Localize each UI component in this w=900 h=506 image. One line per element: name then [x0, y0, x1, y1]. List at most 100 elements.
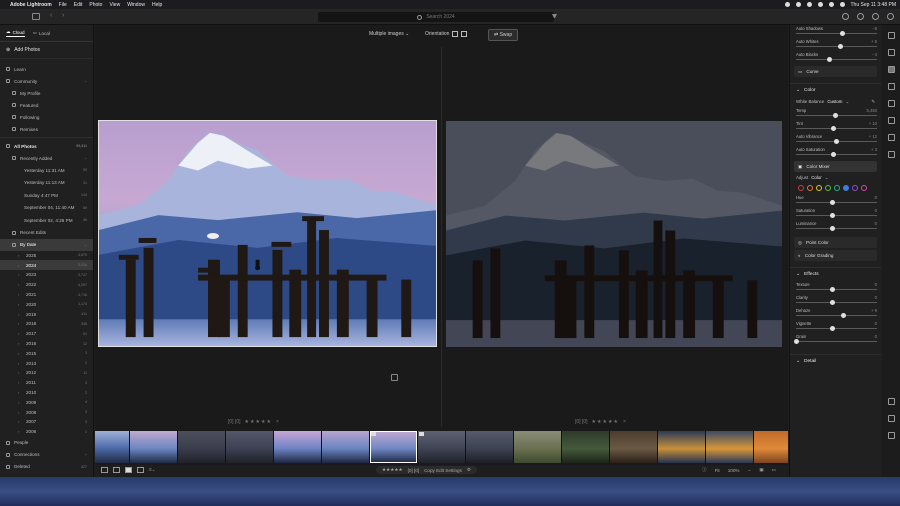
- slider-knob[interactable]: [827, 57, 833, 62]
- menu-edit[interactable]: Edit: [74, 2, 83, 8]
- before-after-icon[interactable]: ▣: [759, 467, 763, 473]
- recent-item[interactable]: September 02, 4:26 PM 46: [0, 214, 93, 227]
- color-swatch[interactable]: [816, 185, 822, 191]
- sidebar-item-deleted[interactable]: Deleted 427: [0, 461, 93, 473]
- status-icon[interactable]: [784, 2, 790, 7]
- left-rating[interactable]: [0] [0] ★★★★★ ×: [228, 419, 279, 425]
- color-swatch[interactable]: [834, 185, 840, 191]
- square-grid-icon[interactable]: [113, 467, 120, 473]
- view-mode-dropdown[interactable]: Multiple images ⌄: [369, 31, 409, 37]
- zoom-dropdown-icon[interactable]: ⌄: [747, 467, 751, 473]
- thumbnail[interactable]: [514, 431, 561, 463]
- presets-icon[interactable]: [887, 49, 895, 56]
- slider-knob[interactable]: [829, 300, 835, 305]
- year-item[interactable]: › 2012 11: [0, 368, 93, 378]
- slider-value[interactable]: + 9: [871, 308, 877, 313]
- chevron-right-icon[interactable]: ›: [18, 390, 22, 395]
- slider-knob[interactable]: [829, 287, 835, 292]
- color-swatch[interactable]: [852, 185, 858, 191]
- thumbnail[interactable]: [418, 431, 465, 463]
- year-item[interactable]: › 2025 4,675: [0, 251, 93, 261]
- slider-value[interactable]: 0: [875, 321, 877, 326]
- copy-edit-settings-button[interactable]: Copy Edit Settings: [424, 468, 462, 473]
- eyedropper-icon[interactable]: ✎: [871, 99, 875, 105]
- slider-knob[interactable]: [829, 326, 835, 331]
- menu-photo[interactable]: Photo: [89, 2, 102, 8]
- chevron-right-icon[interactable]: ›: [18, 263, 22, 268]
- add-photos-button[interactable]: ⊕ Add Photos: [0, 42, 93, 59]
- thumbnail[interactable]: [322, 431, 369, 463]
- slider-track[interactable]: [796, 315, 877, 316]
- filter-icon[interactable]: [552, 14, 557, 19]
- menu-window[interactable]: Window: [127, 2, 145, 8]
- year-item[interactable]: › 2019 411: [0, 309, 93, 319]
- effects-section-header[interactable]: ⌄ Effects: [790, 267, 881, 281]
- sidebar-item-connections[interactable]: Connections +: [0, 449, 93, 461]
- flag-indicator[interactable]: [0] [0]: [575, 419, 588, 425]
- settings-icon[interactable]: ⚙: [467, 467, 471, 473]
- sidebar-item-all-photos[interactable]: All Photos 99,311: [0, 140, 93, 152]
- add-icon[interactable]: [887, 32, 895, 39]
- slider-knob[interactable]: [838, 44, 844, 49]
- slider-track[interactable]: [796, 302, 877, 303]
- thumbnail[interactable]: [610, 431, 657, 463]
- slider-value[interactable]: - 4: [872, 52, 877, 57]
- chevron-right-icon[interactable]: ›: [18, 419, 22, 424]
- detail-view-icon[interactable]: [137, 467, 144, 473]
- color-grading-section[interactable]: ◐ Color Grading: [794, 250, 877, 261]
- slider-track[interactable]: [796, 33, 877, 34]
- heal-icon[interactable]: [887, 100, 895, 107]
- chevron-right-icon[interactable]: ›: [18, 321, 22, 326]
- slider-track[interactable]: [796, 341, 877, 342]
- sidebar-item-by-date[interactable]: By Date ⌄: [0, 238, 93, 251]
- wifi-icon[interactable]: [817, 2, 823, 7]
- slider-knob[interactable]: [829, 213, 835, 218]
- year-item[interactable]: › 2022 4,297: [0, 280, 93, 290]
- fit-button[interactable]: Fit: [715, 468, 720, 473]
- slider-knob[interactable]: [829, 200, 835, 205]
- thumbnail[interactable]: [658, 431, 705, 463]
- slider-value[interactable]: 0: [875, 195, 877, 200]
- point-color-section[interactable]: ◎ Point Color: [794, 237, 877, 248]
- chevron-right-icon[interactable]: ›: [18, 429, 22, 434]
- flag-indicator[interactable]: [0] [0]: [408, 468, 420, 473]
- slider-track[interactable]: [796, 289, 877, 290]
- chevron-right-icon[interactable]: ›: [18, 282, 22, 287]
- sidebar-item-recent-edits[interactable]: Recent Edits: [0, 227, 93, 239]
- side-by-side-icon[interactable]: [452, 31, 458, 37]
- fullscreen-icon[interactable]: ▭: [772, 467, 776, 473]
- chevron-right-icon[interactable]: ›: [18, 351, 22, 356]
- slider-value[interactable]: + 8: [871, 39, 877, 44]
- recent-item[interactable]: Yesterday 11:31 AM 90: [0, 164, 93, 177]
- compare-view-icon[interactable]: [125, 467, 132, 473]
- chevron-right-icon[interactable]: ›: [18, 341, 22, 346]
- adjust-dropdown[interactable]: Color: [811, 175, 822, 181]
- thumbnail-selected[interactable]: [370, 431, 417, 463]
- slider-value[interactable]: - 6: [872, 26, 877, 31]
- year-item[interactable]: › 2020 3,174: [0, 299, 93, 309]
- star-rating[interactable]: ★★★★★: [382, 467, 403, 473]
- sidebar-item-learn[interactable]: Learn: [0, 63, 93, 75]
- year-item[interactable]: › 2006 1: [0, 427, 93, 437]
- year-item[interactable]: › 2015 3: [0, 348, 93, 358]
- white-balance-row[interactable]: White Balance Custom ⌄ ✎: [790, 97, 881, 107]
- info-icon[interactable]: ⓘ: [702, 467, 707, 473]
- slider-knob[interactable]: [833, 139, 839, 144]
- info-icon[interactable]: [887, 432, 895, 439]
- thumbnail[interactable]: [226, 431, 273, 463]
- slider-knob[interactable]: [830, 126, 836, 131]
- slider-track[interactable]: [796, 215, 877, 216]
- zoom-level[interactable]: 100%: [728, 468, 740, 473]
- slider-track[interactable]: [796, 154, 877, 155]
- chevron-right-icon[interactable]: ›: [18, 312, 22, 317]
- sidebar-toggle-icon[interactable]: [32, 13, 40, 20]
- clock[interactable]: Thu Sep 11 3:48 PM: [851, 2, 897, 8]
- color-swatch[interactable]: [807, 185, 813, 191]
- grid-view-icon[interactable]: [101, 467, 108, 473]
- slider-value[interactable]: + 12: [869, 134, 877, 139]
- chevron-right-icon[interactable]: ›: [18, 400, 22, 405]
- chevron-right-icon[interactable]: ›: [18, 253, 22, 258]
- comment-icon[interactable]: [887, 398, 895, 405]
- thumbnail[interactable]: [754, 431, 788, 463]
- chevron-right-icon[interactable]: ›: [18, 361, 22, 366]
